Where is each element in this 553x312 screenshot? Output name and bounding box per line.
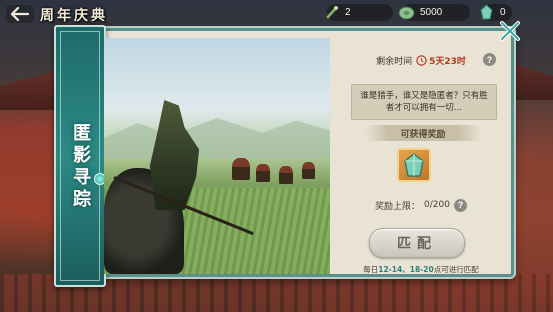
event-title: 匿影寻踪	[70, 123, 91, 211]
info-column: 剩余时间 5天23时 ? 谁是猎手，谁又是隐匿者？只有胜者才可以拥有一切… 可获…	[333, 38, 509, 274]
schedule-suffix: 点可进行匹配	[433, 265, 479, 274]
top-bar: 周年庆典 2 5000 0	[0, 0, 553, 28]
reward-limit-label: 奖励上限：	[375, 201, 421, 212]
jade-icon	[478, 4, 495, 21]
artwork-cavalry	[279, 166, 293, 184]
clock-icon	[416, 54, 427, 66]
reward-item[interactable]	[397, 148, 431, 182]
schedule-times: 12-14、18-20	[378, 265, 434, 274]
back-button[interactable]	[6, 5, 34, 23]
artwork-mountains	[104, 118, 330, 158]
coin-count: 5000	[420, 7, 443, 18]
match-schedule: 每日12-14、18-20点可进行匹配	[333, 264, 509, 274]
reward-limit: 奖励上限： 0/200 ?	[333, 198, 509, 212]
page-title: 周年庆典	[40, 8, 108, 24]
coin-icon	[398, 4, 415, 21]
jade-count: 0	[500, 7, 506, 18]
artwork-cavalry	[302, 162, 315, 179]
help-icon[interactable]: ?	[483, 53, 496, 66]
jade-reward-icon	[404, 153, 424, 177]
event-quote: 谁是猎手，谁又是隐匿者？只有胜者才可以拥有一切…	[351, 84, 497, 120]
match-button[interactable]: 匹配	[369, 228, 465, 258]
remaining-time-label: 剩余时间	[376, 56, 413, 67]
reward-limit-value: 0/200	[424, 200, 450, 210]
artwork-cavalry	[256, 164, 270, 182]
event-artwork	[104, 38, 330, 274]
event-banner: 匿影寻踪	[54, 25, 106, 287]
resource-horn[interactable]: 2	[325, 4, 393, 21]
reward-title: 可获得奖励	[365, 125, 481, 141]
schedule-prefix: 每日	[363, 265, 379, 274]
back-arrow-icon	[10, 7, 30, 21]
horn-count: 2	[345, 7, 351, 18]
remaining-time-value: 5天23时	[429, 56, 466, 67]
resource-coin[interactable]: 5000	[398, 4, 470, 21]
help-icon[interactable]: ?	[453, 198, 467, 212]
horn-icon	[323, 4, 340, 21]
artwork-cavalry	[232, 158, 250, 180]
